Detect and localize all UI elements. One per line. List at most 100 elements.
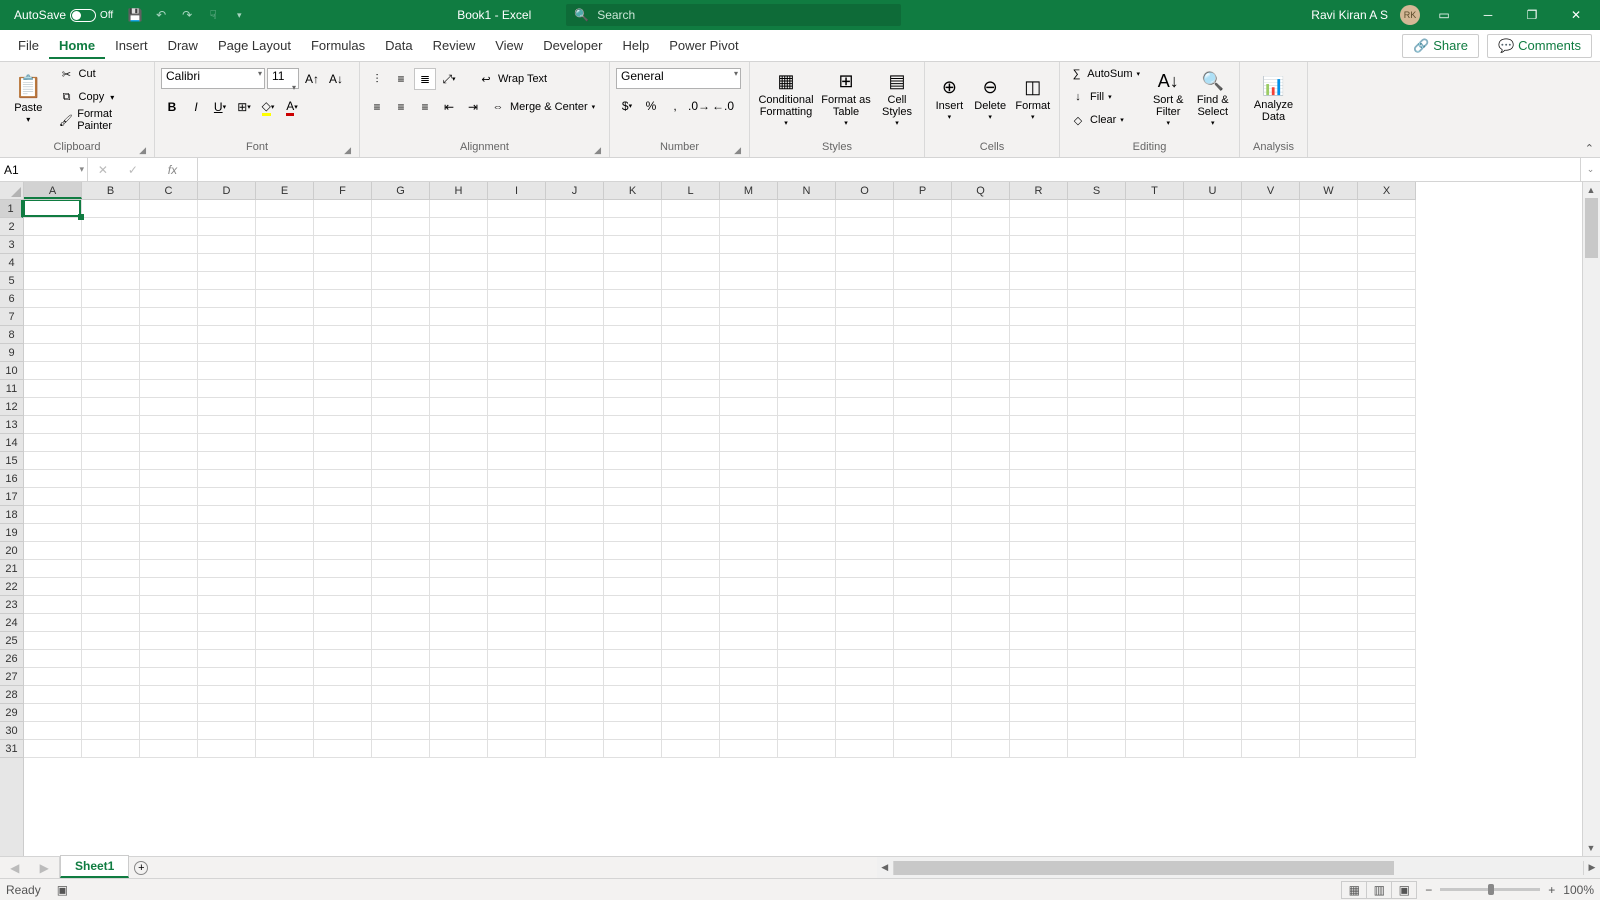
cell[interactable] — [720, 434, 778, 452]
redo-icon[interactable]: ↷ — [175, 3, 199, 27]
cell[interactable] — [952, 380, 1010, 398]
align-middle-icon[interactable]: ≡ — [390, 68, 412, 90]
cell[interactable] — [1010, 578, 1068, 596]
cell[interactable] — [1184, 650, 1242, 668]
cell[interactable] — [140, 236, 198, 254]
font-name-input[interactable]: Calibri▾ — [161, 68, 265, 89]
row-header[interactable]: 22 — [0, 578, 23, 596]
insert-cells-button[interactable]: ⊕Insert▾ — [931, 64, 968, 136]
cell[interactable] — [198, 506, 256, 524]
cell[interactable] — [546, 524, 604, 542]
cell[interactable] — [430, 506, 488, 524]
cell[interactable] — [140, 380, 198, 398]
cell[interactable] — [1242, 668, 1300, 686]
cell[interactable] — [720, 542, 778, 560]
cell[interactable] — [720, 416, 778, 434]
cell[interactable] — [256, 236, 314, 254]
undo-icon[interactable]: ↶ — [149, 3, 173, 27]
cell[interactable] — [1242, 506, 1300, 524]
cell[interactable] — [372, 470, 430, 488]
cell[interactable] — [1126, 470, 1184, 488]
cell[interactable] — [1242, 452, 1300, 470]
cell[interactable] — [140, 254, 198, 272]
cell[interactable] — [488, 722, 546, 740]
cell[interactable] — [314, 614, 372, 632]
cell[interactable] — [488, 632, 546, 650]
cell[interactable] — [1242, 236, 1300, 254]
cell[interactable] — [372, 686, 430, 704]
cell[interactable] — [546, 506, 604, 524]
cell[interactable] — [1068, 200, 1126, 218]
cell[interactable] — [778, 362, 836, 380]
cell[interactable] — [198, 380, 256, 398]
cell[interactable] — [952, 506, 1010, 524]
cell[interactable] — [372, 380, 430, 398]
cell[interactable] — [662, 632, 720, 650]
cell[interactable] — [1068, 524, 1126, 542]
cell[interactable] — [836, 470, 894, 488]
cell[interactable] — [720, 686, 778, 704]
cell[interactable] — [952, 398, 1010, 416]
cell[interactable] — [836, 488, 894, 506]
cell[interactable] — [198, 578, 256, 596]
cell[interactable] — [662, 218, 720, 236]
cell[interactable] — [952, 416, 1010, 434]
cell[interactable] — [662, 362, 720, 380]
cell[interactable] — [546, 398, 604, 416]
cell[interactable] — [894, 308, 952, 326]
increase-font-icon[interactable]: A↑ — [301, 68, 323, 90]
cell[interactable] — [1242, 686, 1300, 704]
cell[interactable] — [198, 524, 256, 542]
cell[interactable] — [720, 272, 778, 290]
cell[interactable] — [82, 650, 140, 668]
row-header[interactable]: 8 — [0, 326, 23, 344]
cell[interactable] — [662, 542, 720, 560]
cell[interactable] — [488, 326, 546, 344]
close-icon[interactable]: ✕ — [1556, 0, 1596, 30]
cell[interactable] — [24, 416, 82, 434]
cell[interactable] — [198, 560, 256, 578]
cell[interactable] — [140, 290, 198, 308]
cell[interactable] — [952, 470, 1010, 488]
cell[interactable] — [488, 650, 546, 668]
cell[interactable] — [836, 722, 894, 740]
cell[interactable] — [720, 200, 778, 218]
cell[interactable] — [894, 254, 952, 272]
cell[interactable] — [546, 254, 604, 272]
clear-button[interactable]: ◇Clear▾ — [1066, 110, 1144, 130]
cell[interactable] — [1068, 506, 1126, 524]
minimize-icon[interactable]: ─ — [1468, 0, 1508, 30]
cell[interactable] — [82, 686, 140, 704]
cell[interactable] — [662, 560, 720, 578]
cell[interactable] — [372, 200, 430, 218]
cell[interactable] — [1242, 416, 1300, 434]
column-header[interactable]: T — [1126, 182, 1184, 199]
cell[interactable] — [1126, 596, 1184, 614]
cell-styles-button[interactable]: ▤Cell Styles▾ — [876, 64, 918, 136]
cell[interactable] — [256, 668, 314, 686]
cell[interactable] — [1242, 344, 1300, 362]
cell[interactable] — [778, 200, 836, 218]
cell[interactable] — [952, 650, 1010, 668]
cell[interactable] — [1300, 416, 1358, 434]
cell[interactable] — [24, 632, 82, 650]
cell[interactable] — [24, 398, 82, 416]
cell[interactable] — [24, 272, 82, 290]
cell[interactable] — [488, 362, 546, 380]
cell[interactable] — [198, 416, 256, 434]
cell[interactable] — [24, 452, 82, 470]
cell[interactable] — [82, 506, 140, 524]
cell[interactable] — [1242, 542, 1300, 560]
cell[interactable] — [1010, 344, 1068, 362]
row-header[interactable]: 3 — [0, 236, 23, 254]
cell[interactable] — [140, 434, 198, 452]
cell[interactable] — [488, 434, 546, 452]
cell[interactable] — [1010, 596, 1068, 614]
column-header[interactable]: V — [1242, 182, 1300, 199]
column-header[interactable]: X — [1358, 182, 1416, 199]
cell[interactable] — [604, 416, 662, 434]
cell[interactable] — [1010, 326, 1068, 344]
cell[interactable] — [314, 740, 372, 758]
tab-file[interactable]: File — [8, 32, 49, 59]
row-header[interactable]: 24 — [0, 614, 23, 632]
